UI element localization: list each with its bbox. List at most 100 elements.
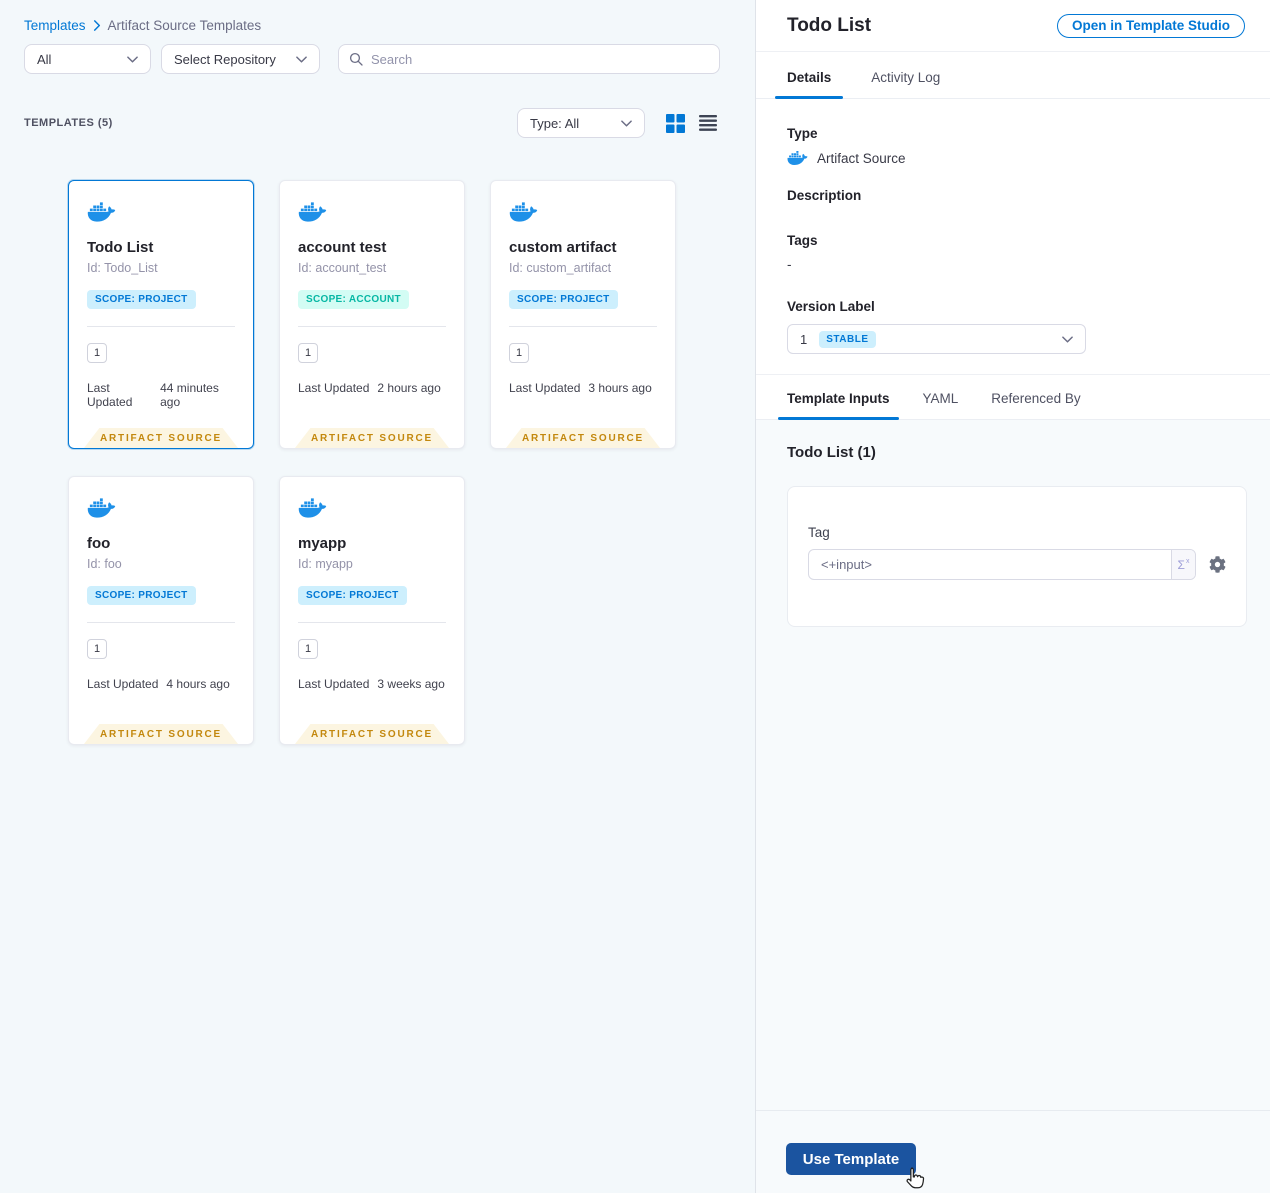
- last-updated-value: 3 weeks ago: [377, 677, 445, 691]
- last-updated-label: Last Updated: [298, 381, 370, 395]
- tag-input[interactable]: [809, 550, 1171, 579]
- tab-yaml[interactable]: YAML: [914, 391, 968, 419]
- type-filter-value: Type: All: [530, 115, 580, 131]
- template-card-todo-list[interactable]: Todo List Id: Todo_List SCOPE: PROJECT 1…: [68, 180, 254, 449]
- last-updated: Last Updated 2 hours ago: [298, 381, 446, 395]
- tags-value: -: [787, 257, 792, 272]
- template-id: Id: myapp: [298, 557, 353, 571]
- use-template-button[interactable]: Use Template: [786, 1143, 916, 1175]
- list-view-icon[interactable]: [698, 113, 718, 133]
- inputs-card: Tag Σ: [787, 486, 1247, 627]
- type-filter-dropdown[interactable]: Type: All: [517, 108, 645, 138]
- docker-icon: [509, 201, 538, 223]
- grid-view-icon[interactable]: [665, 113, 685, 133]
- last-updated-label: Last Updated: [87, 677, 159, 691]
- template-title: custom artifact: [509, 239, 617, 256]
- view-toggle: [665, 113, 718, 133]
- tags-label: Tags: [787, 233, 818, 248]
- repository-filter-value: Select Repository: [174, 51, 276, 67]
- tag-label: Tag: [808, 525, 830, 540]
- open-in-template-studio-button[interactable]: Open in Template Studio: [1056, 13, 1245, 38]
- last-updated: Last Updated 3 weeks ago: [298, 677, 446, 691]
- card-divider: [298, 326, 446, 327]
- version-chip: 1: [298, 343, 318, 363]
- docker-icon: [87, 497, 116, 519]
- tab-activity-log[interactable]: Activity Log: [859, 70, 952, 98]
- chevron-down-icon: [1062, 336, 1073, 343]
- version-label: Version Label: [787, 299, 875, 314]
- scope-badge: SCOPE: PROJECT: [87, 290, 196, 309]
- version-chip: 1: [509, 343, 529, 363]
- tag-input-group: Σ: [808, 549, 1196, 580]
- templates-panel: Templates Artifact Source Templates All …: [0, 0, 755, 1193]
- last-updated-label: Last Updated: [87, 381, 133, 409]
- repository-filter-dropdown[interactable]: Select Repository: [161, 44, 320, 74]
- artifact-source-ribbon: ARTIFACT SOURCE: [295, 428, 449, 448]
- artifact-source-ribbon: ARTIFACT SOURCE: [506, 428, 660, 448]
- search-input[interactable]: [371, 51, 709, 67]
- last-updated: Last Updated 4 hours ago: [87, 677, 235, 691]
- filters-row: All Select Repository: [24, 44, 720, 74]
- artifact-source-ribbon: ARTIFACT SOURCE: [84, 428, 238, 448]
- card-divider: [509, 326, 657, 327]
- inputs-tabs: Template Inputs YAML Referenced By: [756, 374, 1270, 420]
- app-screen: Templates Artifact Source Templates All …: [0, 0, 1270, 1193]
- last-updated-value: 3 hours ago: [588, 381, 652, 395]
- version-dropdown[interactable]: 1 STABLE: [787, 324, 1086, 354]
- expression-sigma-icon[interactable]: Σ: [1171, 550, 1195, 579]
- inputs-section-heading: Todo List (1): [787, 444, 876, 461]
- type-label: Type: [787, 126, 818, 141]
- card-divider: [87, 326, 235, 327]
- last-updated-value: 44 minutes ago: [160, 381, 219, 409]
- breadcrumb-templates-link[interactable]: Templates: [24, 18, 86, 33]
- template-title: account test: [298, 239, 387, 256]
- docker-icon: [298, 201, 327, 223]
- gear-icon[interactable]: [1209, 556, 1226, 573]
- last-updated-label: Last Updated: [298, 677, 370, 691]
- template-title: Todo List: [87, 239, 154, 256]
- templates-grid: Todo List Id: Todo_List SCOPE: PROJECT 1…: [68, 180, 676, 745]
- scope-badge: SCOPE: PROJECT: [87, 586, 196, 605]
- scope-badge: SCOPE: ACCOUNT: [298, 290, 409, 309]
- type-value: Artifact Source: [817, 150, 906, 166]
- details-header: Todo List Open in Template Studio: [756, 0, 1270, 52]
- templates-count-label: TEMPLATES (5): [24, 117, 113, 129]
- tab-details[interactable]: Details: [775, 70, 844, 99]
- details-tabs: Details Activity Log: [756, 52, 1270, 99]
- tab-referenced-by[interactable]: Referenced By: [982, 391, 1089, 419]
- docker-icon: [298, 497, 327, 519]
- scope-filter-value: All: [37, 51, 52, 67]
- last-updated-value: 4 hours ago: [166, 677, 230, 691]
- version-number: 1: [800, 331, 808, 347]
- breadcrumb-current: Artifact Source Templates: [107, 18, 262, 33]
- artifact-source-ribbon: ARTIFACT SOURCE: [295, 724, 449, 744]
- tag-input-row: Σ: [808, 549, 1226, 580]
- page-title: Todo List: [787, 14, 872, 36]
- template-card-foo[interactable]: foo Id: foo SCOPE: PROJECT 1 Last Update…: [68, 476, 254, 745]
- scope-badge: SCOPE: PROJECT: [298, 586, 407, 605]
- template-card-account-test[interactable]: account test Id: account_test SCOPE: ACC…: [279, 180, 465, 449]
- stable-badge: STABLE: [819, 330, 876, 348]
- template-card-myapp[interactable]: myapp Id: myapp SCOPE: PROJECT 1 Last Up…: [279, 476, 465, 745]
- last-updated-value: 2 hours ago: [377, 381, 441, 395]
- version-chip: 1: [87, 639, 107, 659]
- template-id: Id: foo: [87, 557, 122, 571]
- type-value-row: Artifact Source: [787, 150, 1239, 166]
- details-content: Type Artifact Source Description Tags - …: [756, 99, 1270, 374]
- search-box[interactable]: [338, 44, 720, 74]
- last-updated-label: Last Updated: [509, 381, 581, 395]
- artifact-source-ribbon: ARTIFACT SOURCE: [84, 724, 238, 744]
- template-inputs-section: Todo List (1) Tag Σ: [756, 420, 1270, 1110]
- template-title: myapp: [298, 535, 347, 552]
- scope-filter-dropdown[interactable]: All: [24, 44, 151, 74]
- card-divider: [298, 622, 446, 623]
- list-header: TEMPLATES (5) Type: All: [24, 108, 718, 138]
- template-details-panel: Todo List Open in Template Studio Detail…: [755, 0, 1270, 1193]
- version-chip: 1: [87, 343, 107, 363]
- template-id: Id: Todo_List: [87, 261, 158, 275]
- template-card-custom-artifact[interactable]: custom artifact Id: custom_artifact SCOP…: [490, 180, 676, 449]
- tab-template-inputs[interactable]: Template Inputs: [778, 391, 899, 420]
- breadcrumb: Templates Artifact Source Templates: [24, 18, 261, 33]
- description-label: Description: [787, 188, 862, 203]
- version-chip: 1: [298, 639, 318, 659]
